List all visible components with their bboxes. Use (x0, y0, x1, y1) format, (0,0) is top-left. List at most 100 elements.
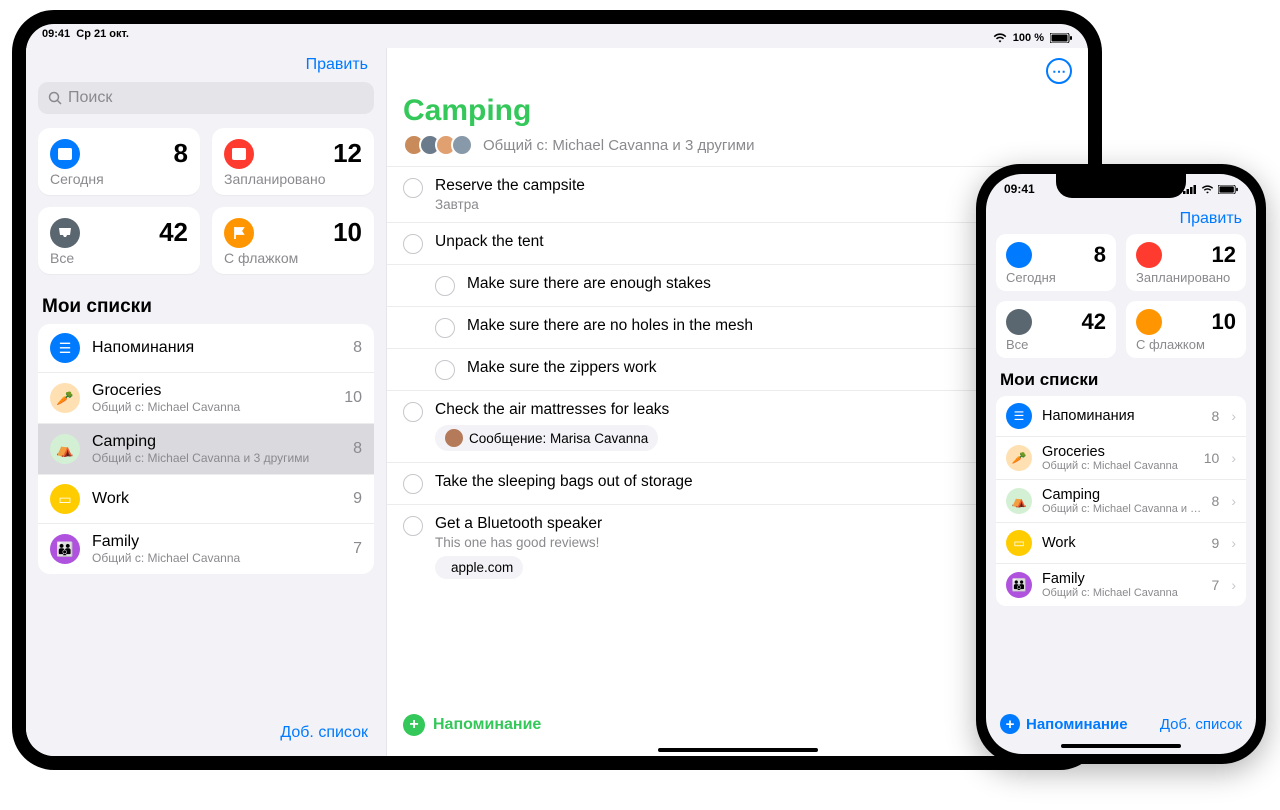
list-icon: ☰ (50, 333, 80, 363)
list-sub: Общий с: Michael Cavanna (1042, 587, 1202, 599)
battery-icon (1050, 33, 1072, 43)
wifi-icon (1201, 185, 1214, 194)
list-icon: ⛺ (50, 434, 80, 464)
mylists-heading: Мои списки (42, 296, 374, 318)
summary-icon (1136, 309, 1162, 335)
complete-toggle[interactable] (435, 318, 455, 338)
complete-toggle[interactable] (403, 178, 423, 198)
summary-card-С флажком[interactable]: 10 С флажком (1126, 301, 1246, 358)
list-count: 8 (1212, 408, 1220, 424)
complete-toggle[interactable] (435, 276, 455, 296)
new-reminder-label: Напоминание (433, 716, 541, 734)
list-name: Family (92, 533, 341, 551)
list-count: 10 (1204, 450, 1220, 466)
home-indicator (1061, 744, 1181, 748)
edit-button[interactable]: Править (1180, 210, 1242, 228)
more-button[interactable]: ⋯ (1046, 58, 1072, 84)
complete-toggle[interactable] (403, 516, 423, 536)
list-row-Напоминания[interactable]: ☰Напоминания8› (996, 396, 1246, 437)
list-row-Work[interactable]: ▭Work9 (38, 475, 374, 524)
summary-card-Запланировано[interactable]: 12Запланировано (1126, 234, 1246, 291)
summary-label: Все (1006, 337, 1106, 352)
ipad-status-bar: 09:41 Ср 21 окт. 100 % (26, 24, 1088, 48)
complete-toggle[interactable] (403, 474, 423, 494)
list-row-Camping[interactable]: ⛺ CampingОбщий с: Michael Cavanna и 3 дру… (38, 424, 374, 475)
sidebar: Править Поиск 218Сегодня2112Запланирован… (26, 48, 386, 756)
new-reminder-label: Напоминание (1026, 716, 1128, 733)
link-chip[interactable]: apple.com (435, 556, 523, 579)
search-placeholder: Поиск (68, 89, 112, 107)
list-sub: Общий с: Michael Cavanna и 3 друг… (1042, 503, 1202, 515)
list-icon: 👪 (50, 534, 80, 564)
summary-card-Все[interactable]: 42Все (996, 301, 1116, 358)
summary-card-Запланировано[interactable]: 2112Запланировано (212, 128, 374, 195)
list-row-Work[interactable]: ▭Work9› (996, 523, 1246, 564)
summary-label: Все (50, 250, 188, 266)
list-icon: ▭ (1006, 530, 1032, 556)
search-input[interactable]: Поиск (38, 82, 374, 114)
list-row-Camping[interactable]: ⛺ CampingОбщий с: Michael Cavanna и 3 дру… (996, 480, 1246, 523)
svg-text:21: 21 (235, 151, 244, 160)
list-row-Family[interactable]: 👪FamilyОбщий с: Michael Cavanna7 (38, 524, 374, 574)
summary-icon: 21 (50, 139, 80, 169)
add-list-button[interactable]: Доб. список (280, 724, 368, 742)
list-row-Напоминания[interactable]: ☰Напоминания8 (38, 324, 374, 373)
summary-icon: 21 (224, 139, 254, 169)
summary-count: 10 (1212, 309, 1236, 335)
list-name: Camping (1042, 487, 1202, 503)
shared-with-text: Общий с: Michael Cavanna и 3 другими (483, 137, 754, 154)
list-name: Напоминания (1042, 408, 1202, 424)
edit-button[interactable]: Править (306, 56, 368, 74)
list-row-Groceries[interactable]: 🥕GroceriesОбщий с: Michael Cavanna10› (996, 437, 1246, 480)
summary-count: 42 (159, 217, 188, 248)
new-reminder-button[interactable]: + Напоминание (1000, 714, 1128, 734)
home-indicator (658, 748, 818, 752)
complete-toggle[interactable] (403, 234, 423, 254)
battery-icon (1218, 185, 1238, 194)
status-battery-text: 100 % (1013, 32, 1044, 44)
summary-card-Сегодня[interactable]: 218Сегодня (38, 128, 200, 195)
mylists-heading: Мои списки (1000, 370, 1246, 390)
avatar (445, 429, 463, 447)
list-count: 7 (353, 540, 362, 558)
ipad-device: 09:41 Ср 21 окт. 100 % Править Поиск 218 (12, 10, 1102, 770)
summary-label: Запланировано (224, 171, 362, 187)
summary-label: Сегодня (1006, 270, 1106, 285)
list-icon: 🥕 (1006, 445, 1032, 471)
chevron-right-icon: › (1231, 408, 1236, 424)
list-row-Groceries[interactable]: 🥕GroceriesОбщий с: Michael Cavanna10 (38, 373, 374, 424)
list-sub: Общий с: Michael Cavanna (92, 400, 332, 414)
summary-count: 10 (333, 217, 362, 248)
list-icon: ⛺ (1006, 488, 1032, 514)
summary-card-Все[interactable]: 42 Все (38, 207, 200, 274)
complete-toggle[interactable] (435, 360, 455, 380)
shared-with-row[interactable]: Общий с: Michael Cavanna и 3 другими (387, 134, 1088, 166)
list-count: 10 (344, 389, 362, 407)
summary-label: С флажком (224, 250, 362, 266)
summary-count: 8 (1094, 242, 1106, 268)
chevron-right-icon: › (1231, 535, 1236, 551)
summary-card-Сегодня[interactable]: 8 Сегодня (996, 234, 1116, 291)
list-sub: Общий с: Michael Cavanna и 3 другими (92, 451, 341, 465)
iphone-device: 09:41 Править 8Сегодня12Запланировано42В… (976, 164, 1266, 764)
plus-icon: + (1000, 714, 1020, 734)
avatar (451, 134, 473, 156)
add-list-button[interactable]: Доб. список (1160, 716, 1242, 733)
summary-icon (1136, 242, 1162, 268)
list-row-Family[interactable]: 👪FamilyОбщий с: Michael Cavanna7› (996, 564, 1246, 606)
chevron-right-icon: › (1231, 450, 1236, 466)
summary-label: С флажком (1136, 337, 1236, 352)
summary-card-С флажком[interactable]: 10 С флажком (212, 207, 374, 274)
summary-icon (50, 218, 80, 248)
message-chip[interactable]: Сообщение: Marisa Cavanna (435, 425, 658, 451)
list-name: Camping (92, 433, 341, 451)
ipad-screen: 09:41 Ср 21 окт. 100 % Править Поиск 218 (26, 24, 1088, 756)
list-name: Work (92, 490, 341, 508)
list-name: Напоминания (92, 339, 341, 357)
list-count: 7 (1212, 577, 1220, 593)
summary-label: Запланировано (1136, 270, 1236, 285)
list-count: 9 (1212, 535, 1220, 551)
list-count: 9 (353, 490, 362, 508)
chevron-right-icon: › (1231, 493, 1236, 509)
complete-toggle[interactable] (403, 402, 423, 422)
